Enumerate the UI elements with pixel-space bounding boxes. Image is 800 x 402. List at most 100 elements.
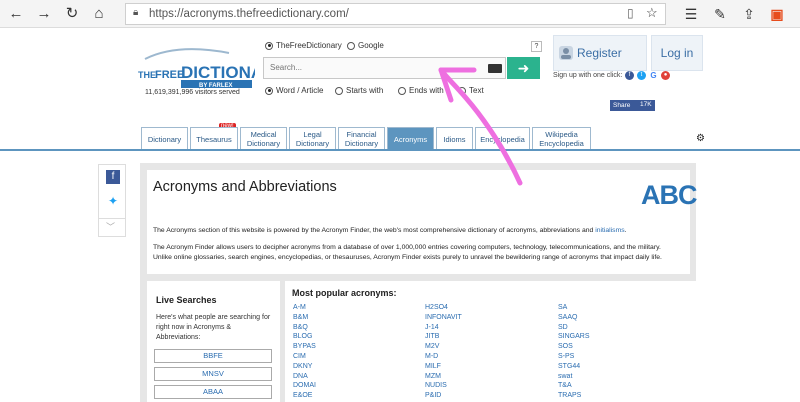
popular-acronyms-panel: Most popular acronyms: A-M B&M B&Q BLOG … [285,281,696,402]
twitter-icon[interactable]: t [637,71,646,80]
user-icon [559,46,573,60]
abc-logo: ABC [641,180,697,210]
office-icon[interactable]: ▣ [768,5,786,23]
acronym-link[interactable]: SAAQ [558,313,590,323]
tab-medical-dictionary[interactable]: Medical Dictionary [240,127,287,150]
pen-icon[interactable]: ✎ [711,5,729,23]
acronym-link[interactable]: MILF [425,362,462,372]
facebook-icon[interactable]: f [106,170,120,184]
source-google-radio[interactable]: Google [347,41,384,50]
acronym-link[interactable]: STG44 [558,362,590,372]
acronym-link[interactable]: SA [558,303,590,313]
browser-toolbar: ← → ↻ ⌂ 🔒︎ https://acronyms.thefreedicti… [0,0,800,28]
tab-thesaurus[interactable]: Thesaurus [190,127,238,150]
radio-selected-icon [265,86,273,95]
twitter-icon[interactable]: ✦ [106,194,120,208]
acronym-link[interactable]: BLOG [293,332,316,342]
home-icon[interactable]: ⌂ [89,4,109,24]
chevron-down-icon[interactable]: ﹀ [106,220,115,233]
tab-wikipedia-encyclopedia[interactable]: Wikipedia Encyclopedia [532,127,591,150]
back-icon[interactable]: ← [6,4,26,24]
mode-word-radio[interactable]: Word / Article [265,86,323,95]
acronym-link[interactable]: S-PS [558,352,590,362]
radio-selected-icon [265,41,273,50]
acronym-link[interactable]: BYPAS [293,342,316,352]
visitors-count: 11,619,391,996 visitors served [145,89,240,96]
acronym-link[interactable]: NUDIS [425,381,462,391]
reading-view-icon[interactable]: ▯ [627,6,634,20]
refresh-icon[interactable]: ↻ [62,4,82,24]
svg-text:DICTIONARY: DICTIONARY [181,63,255,82]
favorite-star-icon[interactable]: ☆ [646,5,658,21]
acronym-link[interactable]: MZM [425,372,462,382]
acronym-link[interactable]: SOS [558,342,590,352]
other-social-icon[interactable]: ● [661,71,670,80]
url-text[interactable]: https://acronyms.thefreedictionary.com/ [149,8,349,20]
login-button[interactable]: Log in [651,35,703,71]
live-searches-desc: Here's what people are searching for rig… [156,314,271,341]
initialisms-link[interactable]: initialisms [595,227,624,234]
svg-text:THE: THE [138,70,156,80]
popular-column-2: H2SO4 INFONAVIT J-14 JITB M2V M-D MILF M… [425,303,462,401]
acronym-link[interactable]: M-D [425,352,462,362]
address-bar[interactable]: 🔒︎ https://acronyms.thefreedictionary.co… [125,3,666,25]
tab-acronyms[interactable]: Acronyms [387,127,434,150]
tab-idioms[interactable]: Idioms [436,127,473,150]
acronym-link[interactable]: B&Q [293,323,316,333]
register-button[interactable]: Register [553,35,647,71]
intro-paragraph-2: The Acronym Finder allows users to decip… [153,244,662,261]
tab-encyclopedia[interactable]: Encyclopedia [475,127,530,150]
acronym-link[interactable]: JITB [425,332,462,342]
share-icon[interactable]: ⇪ [740,5,758,23]
tfd-logo[interactable]: THE FREE DICTIONARY BY FARLEX [137,45,255,95]
acronym-link[interactable]: DKNY [293,362,316,372]
acronym-link[interactable]: SD [558,323,590,333]
live-search-item[interactable]: MNSV [154,367,272,381]
acronym-link[interactable]: swat [558,372,590,382]
live-search-item[interactable]: BBFE [154,349,272,363]
acronym-link[interactable]: J-14 [425,323,462,333]
acronym-link[interactable]: DOMAI [293,381,316,391]
tab-legal-dictionary[interactable]: Legal Dictionary [289,127,336,150]
tab-financial-dictionary[interactable]: Financial Dictionary [338,127,385,150]
favorites-hub-icon[interactable]: ☰ [682,5,700,23]
acronym-link[interactable]: A-M [293,303,316,313]
acronym-link[interactable]: E&OE [293,391,316,401]
search-box[interactable] [263,57,506,79]
tabs-underline [0,149,800,151]
tab-dictionary[interactable]: Dictionary [141,127,188,150]
radio-icon [335,86,343,95]
facebook-icon[interactable]: f [625,71,634,80]
acronym-link[interactable]: TRAPS [558,391,590,401]
search-submit-button[interactable]: ➜ [507,57,540,79]
arrow-right-icon: ➜ [517,60,530,76]
lock-icon: 🔒︎ [133,7,139,18]
divider [99,218,125,219]
popular-column-1: A-M B&M B&Q BLOG BYPAS CIM DKNY DNA DOMA… [293,303,316,401]
acronym-link[interactable]: M2V [425,342,462,352]
intro-panel: Acronyms and Abbreviations ABC The Acron… [147,170,697,274]
acronym-link[interactable]: CIM [293,352,316,362]
mode-ends-radio[interactable]: Ends with [398,86,444,95]
acronym-link[interactable]: H2SO4 [425,303,462,313]
mode-starts-radio[interactable]: Starts with [335,86,383,95]
live-searches-title: Live Searches [156,295,217,305]
mode-text-radio[interactable]: Text [458,86,484,95]
gear-icon[interactable]: ⚙ [696,133,705,144]
svg-text:FREE: FREE [155,69,184,81]
acronym-link[interactable]: T&A [558,381,590,391]
forward-icon[interactable]: → [34,4,54,24]
live-searches-panel: Live Searches Here's what people are sea… [147,281,280,402]
live-search-item[interactable]: ABAA [154,385,272,399]
source-tfd-radio[interactable]: TheFreeDictionary [265,41,342,50]
search-input[interactable] [270,63,470,72]
help-button[interactable]: ? [531,41,542,52]
acronym-link[interactable]: P&ID [425,391,462,401]
keyboard-icon[interactable] [488,64,502,73]
acronym-link[interactable]: B&M [293,313,316,323]
acronym-link[interactable]: DNA [293,372,316,382]
acronym-link[interactable]: INFONAVIT [425,313,462,323]
acronym-link[interactable]: SINGARS [558,332,590,342]
side-share-bar: f ✦ ﹀ [98,164,126,237]
google-icon[interactable]: G [649,71,658,80]
